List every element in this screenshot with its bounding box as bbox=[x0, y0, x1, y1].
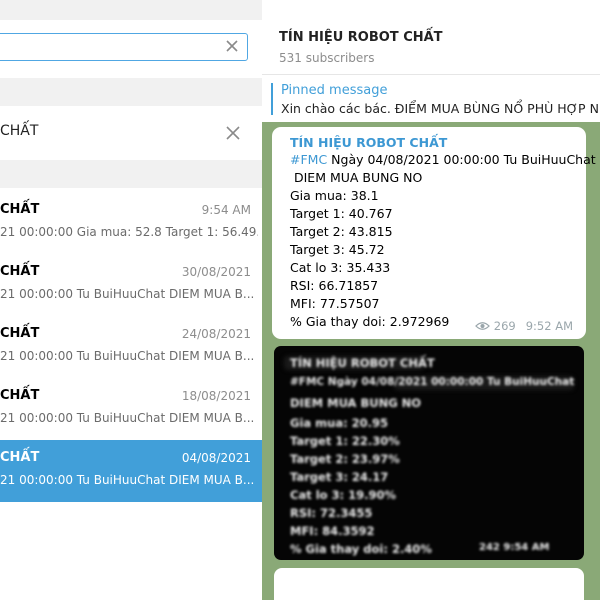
image-text-line: Target 3: 24.17 bbox=[290, 470, 389, 484]
chat-date: 24/08/2021 bbox=[181, 327, 251, 341]
image-text-line: % Gia thay doi: 2.40% bbox=[290, 542, 432, 556]
channel-title: TÍN HIỆU ROBOT CHẤT bbox=[279, 30, 443, 45]
chat-preview: 21 00:00:00 Tu BuiHuuChat DIEM MUA B... bbox=[0, 473, 255, 487]
chat-list-item[interactable]: CHẤT 30/08/2021 21 00:00:00 Tu BuiHuuCha… bbox=[0, 254, 262, 316]
image-text-line: Target 1: 22.30% bbox=[290, 434, 400, 448]
message-line: MFI: 77.57507 bbox=[290, 296, 380, 311]
chat-name: CHẤT bbox=[0, 388, 40, 403]
chat-date: 18/08/2021 bbox=[181, 389, 251, 403]
pinned-accent-bar bbox=[271, 83, 273, 115]
message-line: RSI: 66.71857 bbox=[290, 278, 379, 293]
image-text-line: MFI: 84.3592 bbox=[290, 524, 375, 538]
chat-preview: 21 00:00:00 Tu BuiHuuChat DIEM MUA B... bbox=[0, 287, 255, 301]
chat-name: CHẤT bbox=[0, 264, 40, 279]
message-channel-name: TÍN HIỆU ROBOT CHẤT bbox=[290, 135, 448, 150]
filter-label: CHẤT bbox=[0, 123, 39, 139]
message-line: Target 1: 40.767 bbox=[290, 206, 393, 221]
image-text-line: Gia mua: 20.95 bbox=[290, 416, 389, 430]
message-line: Gia mua: 38.1 bbox=[290, 188, 379, 203]
image-text-line: TÍN HIỆU ROBOT CHẤT bbox=[290, 356, 435, 370]
close-icon[interactable] bbox=[223, 37, 241, 55]
message-meta: 269 9:52 AM bbox=[474, 319, 573, 333]
image-text-line: RSI: 72.3455 bbox=[290, 506, 373, 520]
message-line: Cat lo 3: 35.433 bbox=[290, 260, 391, 275]
image-meta-line: 242 9:54 AM bbox=[479, 542, 550, 553]
hashtag-link[interactable]: #FMC bbox=[290, 152, 327, 167]
conversation-panel: TÍN HIỆU ROBOT CHẤT 531 subscribers Pinn… bbox=[262, 0, 600, 600]
chat-name: CHẤT bbox=[0, 450, 40, 465]
message-date-line: #FMC Ngày 04/08/2021 00:00:00 Tu BuiHuuC… bbox=[290, 151, 596, 169]
chat-list-item-active[interactable]: CHẤT 04/08/2021 21 00:00:00 Tu BuiHuuCha… bbox=[0, 440, 262, 502]
chat-list-panel: CHẤT CHẤT 9:54 AM 21 00:00:00 Gia mua: 5… bbox=[0, 0, 262, 600]
chat-name: CHẤT bbox=[0, 326, 40, 341]
chat-date: 30/08/2021 bbox=[181, 265, 251, 279]
search-section-band bbox=[0, 78, 262, 106]
message-line: DIEM MUA BUNG NO bbox=[294, 170, 423, 185]
message-time: 9:52 AM bbox=[525, 319, 573, 333]
chat-date: 9:54 AM bbox=[201, 203, 251, 217]
chat-list-item[interactable]: CHẤT 18/08/2021 21 00:00:00 Tu BuiHuuCha… bbox=[0, 378, 262, 440]
close-icon[interactable] bbox=[224, 124, 242, 142]
results-section-band bbox=[0, 160, 262, 188]
title-bar bbox=[0, 0, 262, 20]
search-input[interactable] bbox=[0, 33, 248, 61]
chat-preview: 21 00:00:00 Tu BuiHuuChat DIEM MUA B... bbox=[0, 349, 255, 363]
chat-preview: 21 00:00:00 Gia mua: 52.8 Target 1: 56.4… bbox=[0, 225, 258, 239]
channel-header[interactable]: TÍN HIỆU ROBOT CHẤT 531 subscribers bbox=[262, 0, 600, 74]
message-line: Target 2: 43.815 bbox=[290, 224, 393, 239]
eye-icon bbox=[474, 322, 490, 330]
image-message[interactable]: TÍN HIỆU ROBOT CHẤT #FMC Ngày 04/08/2021… bbox=[274, 346, 584, 560]
chat-list-item[interactable]: CHẤT 9:54 AM 21 00:00:00 Gia mua: 52.8 T… bbox=[0, 192, 262, 254]
image-text-line: #FMC Ngày 04/08/2021 00:00:00 Tu BuiHuuC… bbox=[290, 376, 575, 388]
chat-name: CHẤT bbox=[0, 202, 40, 217]
chat-list-item[interactable]: CHẤT 24/08/2021 21 00:00:00 Tu BuiHuuCha… bbox=[0, 316, 262, 378]
message-date-text: Ngày 04/08/2021 00:00:00 Tu BuiHuuChat bbox=[327, 152, 596, 167]
image-text-line: Cat lo 3: 19.90% bbox=[290, 488, 397, 502]
pinned-text: Xin chào các bác. ĐIỂM MUA BÙNG NỔ PHÙ H… bbox=[281, 101, 600, 116]
subscriber-count: 531 subscribers bbox=[279, 51, 375, 65]
message-line: Target 3: 45.72 bbox=[290, 242, 385, 257]
view-count: 269 bbox=[493, 319, 516, 333]
chat-preview: 21 00:00:00 Tu BuiHuuChat DIEM MUA B... bbox=[0, 411, 255, 425]
pinned-label: Pinned message bbox=[281, 83, 388, 98]
image-text-line: DIEM MUA BUNG NO bbox=[290, 396, 422, 410]
next-message-bubble[interactable] bbox=[274, 568, 584, 600]
chat-date: 04/08/2021 bbox=[181, 451, 251, 465]
image-text-line: Target 2: 23.97% bbox=[290, 452, 400, 466]
message-bubble[interactable]: TÍN HIỆU ROBOT CHẤT #FMC Ngày 04/08/2021… bbox=[272, 127, 596, 339]
pinned-message-bar[interactable]: Pinned message Xin chào các bác. ĐIỂM MU… bbox=[262, 74, 600, 122]
